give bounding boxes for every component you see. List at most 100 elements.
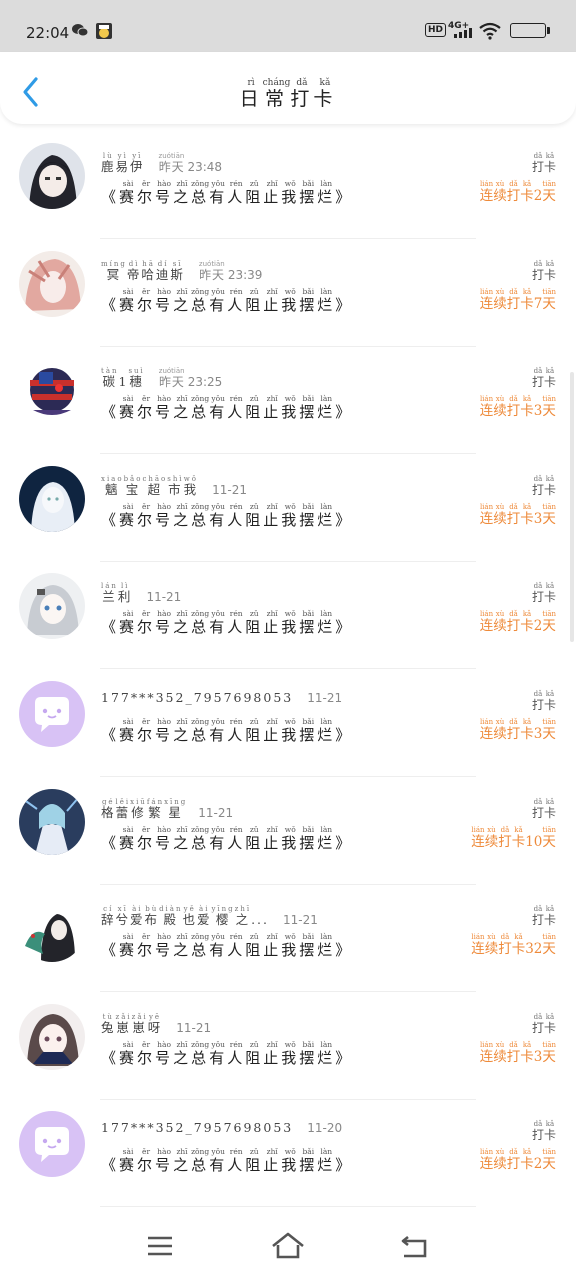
avatar[interactable] (19, 143, 85, 209)
post-title-char: 阻zǔ (245, 286, 264, 314)
post-title[interactable]: 《赛sài尔ěr号hào之zhī总zǒng有yǒu人rén阻zǔ止zhǐ我wǒ摆… (101, 501, 353, 530)
post-title-char: 赛sài (119, 286, 138, 314)
list-item[interactable]: 格gé蕾lěi修xiū繁fán星xīng 11-21 《赛sài尔ěr号hào之zh… (0, 778, 576, 885)
user-line: 兰lán利lì 11-21 (101, 582, 181, 605)
list-item[interactable]: 177***352_7957698053 11-20 《赛sài尔ěr号hào之zh… (0, 1100, 576, 1208)
post-title[interactable]: 《赛sài尔ěr号hào之zhī总zǒng有yǒu人rén阻zǔ止zhǐ我wǒ摆… (101, 394, 353, 422)
status-time: 22:04 (26, 24, 70, 42)
user-name-char: 爱ài (196, 905, 212, 928)
checkin-char: 卡kǎ (543, 259, 556, 282)
streak-char: 卡kǎ (520, 180, 534, 204)
post-title-char: 我wǒ (281, 717, 300, 744)
avatar[interactable] (19, 788, 85, 855)
post-title[interactable]: 《赛sài尔ěr号hào之zhī总zǒng有yǒu人rén阻zǔ止zhǐ我wǒ摆… (101, 286, 353, 315)
post-title[interactable]: 《赛sài尔ěr号hào之zhī总zǒng有yǒu人rén阻zǔ止zhǐ我wǒ摆… (101, 932, 353, 960)
post-title[interactable]: 《赛sài尔ěr号hào之zhī总zǒng有yǒu人rén阻zǔ止zhǐ我wǒ摆… (101, 609, 353, 637)
post-title-char: 止zhǐ (263, 824, 282, 852)
checkin-char: 卡kǎ (543, 367, 556, 390)
list-item[interactable]: 177***352_7957698053 11-21 《赛sài尔ěr号hào之zh… (0, 670, 576, 777)
user-name-char: 帝dì (126, 259, 142, 282)
nav-back-button[interactable] (398, 1230, 430, 1262)
user-name-char: 修xiū (130, 797, 147, 820)
post-title-char: 烂làn (317, 501, 336, 529)
list-item[interactable]: 辞cí兮xī爱ài布bù殿diàn也yě爱ài樱yīng之zhī... 11-21… (0, 885, 576, 993)
user-name[interactable]: 冥míng帝dì哈hā迪dí斯sī (101, 259, 185, 282)
streak-char: 卡kǎ (520, 287, 534, 312)
avatar[interactable] (19, 681, 85, 747)
post-title-char: 之zhī (173, 179, 192, 206)
scrollbar[interactable] (570, 372, 574, 642)
post-title-char: 阻zǔ (245, 394, 264, 422)
user-name[interactable]: 辞cí兮xī爱ài布bù殿diàn也yě爱ài樱yīng之zhī... (101, 905, 269, 928)
avatar[interactable] (19, 465, 85, 532)
post-title-char: 《 (101, 726, 120, 744)
user-name[interactable]: 177***352_7957698053 (101, 690, 293, 705)
user-name[interactable]: 兔tù崽zǎi崽zǎi呀yē (101, 1012, 162, 1035)
streak-char: 连lián (479, 502, 494, 527)
list-item[interactable]: 兰lán利lì 11-21 《赛sài尔ěr号hào之zhī总zǒng有yǒu人ré… (0, 562, 576, 670)
post-title-char: 号hào (155, 286, 174, 314)
list-item[interactable]: 鹿lù易yì伊yī昨zuó天tiān 23:48 《赛sài尔ěr号hào之zhī… (0, 132, 576, 239)
avatar[interactable] (19, 896, 85, 963)
avatar[interactable] (19, 358, 85, 425)
checkin-label: 打dǎ卡kǎ (532, 1013, 556, 1036)
menu-button[interactable] (144, 1230, 176, 1262)
checkin-list[interactable]: 鹿lù易yì伊yī昨zuó天tiān 23:48 《赛sài尔ěr号hào之zhī… (0, 124, 576, 1212)
post-title-char: 人rén (227, 1147, 246, 1175)
post-title-char: 尔ěr (137, 609, 156, 637)
user-name-char: 辞cí (101, 905, 116, 928)
streak-char: 打dǎ (506, 395, 521, 420)
post-time: 昨zuó天tiān 23:25 (159, 367, 223, 389)
user-name[interactable]: 格gé蕾lěi修xiū繁fán星xīng (101, 797, 185, 820)
list-item[interactable]: 兔tù崽zǎi崽zǎi呀yē11-21 《赛sài尔ěr号hào之zhī总zǒng… (0, 993, 576, 1100)
post-title-char: 止zhǐ (263, 394, 282, 422)
user-name[interactable]: 177***352_7957698053 (101, 1120, 293, 1135)
post-title-char: 我wǒ (281, 394, 300, 422)
hd-icon: HD (425, 23, 447, 37)
user-name[interactable]: 鹿lù易yì伊yī (101, 152, 145, 174)
avatar[interactable] (19, 1111, 85, 1178)
avatar[interactable] (19, 1003, 85, 1070)
user-name-char: 哈hā (141, 259, 156, 282)
post-title-char: 人rén (227, 609, 246, 637)
streak-char: 续xù (493, 718, 507, 742)
post-title[interactable]: 《赛sài尔ěr号hào之zhī总zǒng有yǒu人rén阻zǔ止zhǐ我wǒ摆… (101, 717, 353, 745)
user-name-char: 市shì (167, 474, 184, 497)
streak-suffix-char: 天tiān (542, 610, 556, 635)
avatar[interactable] (19, 573, 85, 640)
title-char: 常cháng (262, 78, 291, 110)
post-title-char: 总zǒng (191, 932, 210, 960)
user-name-char: 穗suì (128, 367, 145, 390)
post-title[interactable]: 《赛sài尔ěr号hào之zhī总zǒng有yǒu人rén阻zǔ止zhǐ我wǒ摆… (101, 824, 353, 853)
post-title-char: 有yǒu (209, 1039, 228, 1067)
title-char: 日rì (239, 78, 263, 110)
user-name[interactable]: 魑xiao宝bǎo超chāo市shì我wǒ (101, 474, 198, 497)
post-title[interactable]: 《赛sài尔ěr号hào之zhī总zǒng有yǒu人rén阻zǔ止zhǐ我wǒ摆… (101, 179, 354, 207)
list-item[interactable]: 冥míng帝dì哈hā迪dí斯sī昨zuó天tiān 23:39 《赛sài尔ěr… (0, 240, 576, 347)
home-button[interactable] (270, 1230, 304, 1262)
time-value: 11-21 (198, 805, 234, 820)
post-title-char: 号hào (155, 179, 174, 206)
avatar[interactable] (19, 250, 85, 317)
battery-icon (510, 23, 550, 38)
user-name-char: 利lì (117, 582, 133, 605)
system-nav-bar (0, 1212, 576, 1280)
post-title[interactable]: 《赛sài尔ěr号hào之zhī总zǒng有yǒu人rén阻zǔ止zhǐ我wǒ摆… (101, 1039, 353, 1068)
post-title-char: 摆bǎi (299, 1147, 318, 1175)
post-title-char: 》 (335, 188, 354, 206)
post-title-char: 尔ěr (137, 501, 156, 529)
user-name-char: 兔tù (101, 1012, 116, 1035)
list-item[interactable]: 碳tàn1穗suì 昨zuó天tiān 23:25 《赛sài尔ěr号hào之zhī… (0, 347, 576, 455)
checkin-char: 打dǎ (531, 367, 544, 390)
list-item[interactable]: 魑xiao宝bǎo超chāo市shì我wǒ11-21 《赛sài尔ěr号hào之z… (0, 455, 576, 562)
status-bar: 22:04 HD 4G+ (0, 0, 576, 52)
post-title[interactable]: 《赛sài尔ěr号hào之zhī总zǒng有yǒu人rén阻zǔ止zhǐ我wǒ摆… (101, 1147, 353, 1175)
post-title-char: 有yǒu (209, 932, 228, 960)
user-line: 鹿lù易yì伊yī 昨zuó天tiān 23:48 (101, 152, 222, 175)
post-title-char: 之zhī (173, 717, 192, 744)
user-name[interactable]: 碳tàn1穗suì (101, 367, 145, 390)
post-title-char: 有yǒu (209, 717, 228, 744)
streak-char: 续xù (493, 395, 507, 420)
user-name[interactable]: 兰lán利lì (101, 582, 133, 605)
time-value: 23:39 (224, 267, 263, 282)
